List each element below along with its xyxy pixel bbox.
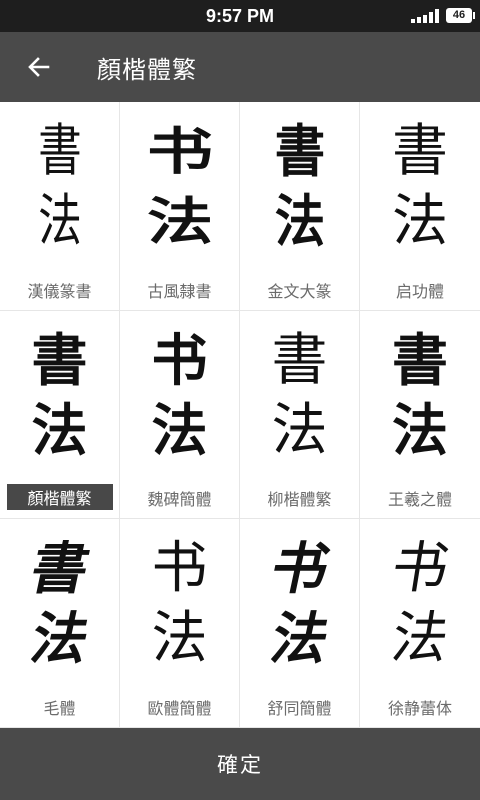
font-option-hanyi-zhuanshu[interactable]: 書 法 漢儀篆書 [0,102,120,311]
font-option-yan-kaiti-selected[interactable]: 書 法 顏楷體繁 [0,310,120,520]
font-option-label: 启功體 [395,281,444,301]
preview-glyph-1: 书 [151,536,208,602]
preview-glyph-2: 法 [37,189,82,254]
preview-glyph-1: 书 [264,536,335,603]
preview-glyph-1: 书 [151,327,208,394]
font-option-label: 漢儀篆書 [27,281,92,301]
calligraphy-preview: 書 法 [240,321,359,471]
font-option-shu-tong[interactable]: 书 法 舒同簡體 [240,519,360,728]
page-title: 顏楷體繁 [97,56,197,84]
font-option-label: 舒同簡體 [267,699,332,718]
preview-glyph-1: 書 [31,327,88,394]
preview-glyph-2: 法 [392,397,448,464]
app-header: 顏楷體繁 [0,32,480,102]
calligraphy-preview: 书 法 [240,529,359,679]
preview-glyph-2: 法 [151,397,208,464]
font-option-label: 歐體簡體 [147,699,212,718]
font-option-liu-kaiti[interactable]: 書 法 柳楷體繁 [240,310,360,520]
status-time: 9:57 PM [205,6,275,26]
calligraphy-preview: 书 法 [120,112,239,262]
calligraphy-preview: 書 法 [240,112,359,262]
battery-icon: 46 [446,8,475,23]
confirm-button[interactable]: 確定 [0,728,480,800]
preview-glyph-1: 書 [24,536,95,603]
status-bar: 9:57 PM 46 [0,0,480,32]
calligraphy-preview: 書 法 [0,529,119,679]
preview-glyph-1: 書 [392,119,448,184]
font-option-label: 顏楷體繁 [0,484,119,511]
signal-strength-icon [411,9,441,23]
font-style-grid: 書 法 漢儀篆書 书 法 古風隸書 書 法 金文大篆 書 法 启功體 書 法 顏… [0,102,480,728]
font-option-label: 王羲之體 [387,490,452,510]
calligraphy-preview: 書 法 [360,321,480,471]
font-option-ou-jianti[interactable]: 书 法 歐體簡體 [120,519,240,728]
preview-glyph-1: 书 [386,536,454,602]
preview-glyph-2: 法 [31,397,88,464]
calligraphy-preview: 书 法 [120,321,239,471]
preview-glyph-2: 法 [151,606,208,672]
back-button[interactable] [14,42,64,92]
preview-glyph-2: 法 [386,606,454,672]
preview-glyph-2: 法 [274,189,325,255]
preview-glyph-2: 法 [264,606,335,673]
preview-glyph-2: 法 [24,606,95,673]
font-option-jinwen-dazhuan[interactable]: 書 法 金文大篆 [240,102,360,311]
font-option-qigong[interactable]: 書 法 启功體 [360,102,480,311]
preview-glyph-1: 書 [392,327,448,394]
font-option-label: 古風隸書 [147,281,212,301]
font-option-label: 魏碑簡體 [147,490,212,510]
font-option-weibei[interactable]: 书 法 魏碑簡體 [120,310,240,520]
preview-glyph-2: 法 [392,189,448,254]
font-option-label: 毛體 [43,699,76,718]
font-option-wang-xizhi[interactable]: 書 法 王羲之體 [360,310,480,520]
preview-glyph-2: 法 [146,192,213,252]
preview-glyph-1: 書 [271,327,328,393]
font-option-gufeng-lishu[interactable]: 书 法 古風隸書 [120,102,240,311]
selected-label-highlight: 顏楷體繁 [6,484,113,511]
font-option-label: 金文大篆 [267,281,332,301]
preview-glyph-1: 書 [274,119,325,185]
preview-glyph-1: 书 [146,122,213,182]
calligraphy-preview: 书 法 [120,529,239,679]
font-option-label: 徐静蕾体 [387,699,452,718]
calligraphy-preview: 书 法 [360,529,480,679]
calligraphy-preview: 書 法 [0,112,119,262]
calligraphy-preview: 書 法 [0,321,119,471]
font-option-mao[interactable]: 書 法 毛體 [0,519,120,728]
back-arrow-icon [28,57,50,77]
preview-glyph-1: 書 [37,119,82,184]
font-option-xu-jinglei[interactable]: 书 法 徐静蕾体 [360,519,480,728]
font-option-label: 柳楷體繁 [267,490,332,510]
preview-glyph-2: 法 [271,397,328,463]
calligraphy-preview: 書 法 [360,112,480,262]
